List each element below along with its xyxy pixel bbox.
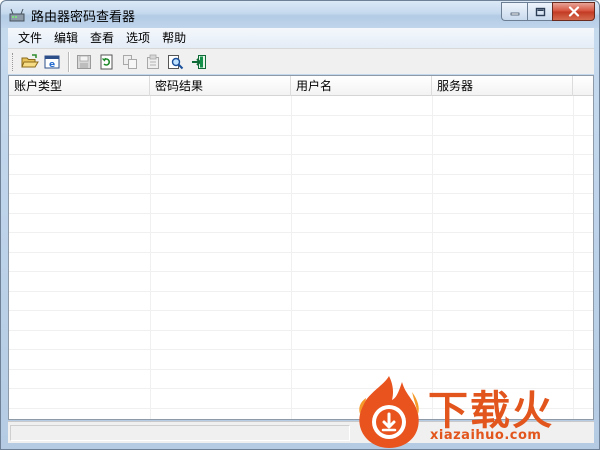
close-button[interactable] xyxy=(552,2,595,21)
menu-view[interactable]: 查看 xyxy=(84,28,120,48)
watermark: 下载火 xiazaihuo.com xyxy=(352,372,600,450)
menu-bar: 文件 编辑 查看 选项 帮助 xyxy=(8,28,594,48)
grid-line xyxy=(9,271,593,272)
exit-button[interactable] xyxy=(189,52,209,72)
grid-line xyxy=(150,96,151,419)
list-header: 账户类型 密码结果 用户名 服务器 xyxy=(9,76,593,96)
menu-file[interactable]: 文件 xyxy=(12,28,48,48)
grid-line xyxy=(9,369,593,370)
column-header-account-type[interactable]: 账户类型 xyxy=(9,76,150,96)
grid-line xyxy=(9,330,593,331)
open-folder-icon xyxy=(21,53,39,67)
menu-edit[interactable]: 编辑 xyxy=(48,28,84,48)
menu-help[interactable]: 帮助 xyxy=(156,28,192,48)
find-button[interactable] xyxy=(166,52,186,72)
maximize-button[interactable] xyxy=(527,2,552,21)
column-header-username[interactable]: 用户名 xyxy=(291,76,432,96)
grid-line xyxy=(291,96,292,419)
toolbar-grip[interactable] xyxy=(12,52,15,71)
watermark-url: xiazaihuo.com xyxy=(430,428,542,443)
minimize-icon xyxy=(510,12,519,15)
grid-line xyxy=(9,232,593,233)
menu-options[interactable]: 选项 xyxy=(120,28,156,48)
flame-logo-icon xyxy=(359,376,419,448)
toolbar-separator xyxy=(68,51,70,72)
svg-text:e: e xyxy=(49,60,55,70)
grid-line xyxy=(9,349,593,350)
grid-line xyxy=(9,154,593,155)
copy-icon xyxy=(123,54,137,69)
grid-line xyxy=(9,193,593,194)
grid-line xyxy=(9,310,593,311)
grid-line xyxy=(573,96,574,419)
save-button[interactable] xyxy=(74,52,94,72)
list-body[interactable] xyxy=(9,96,593,419)
window-title: 路由器密码查看器 xyxy=(31,10,136,25)
grid-line xyxy=(9,174,593,175)
column-header-server[interactable]: 服务器 xyxy=(432,76,573,96)
copy-button[interactable] xyxy=(120,52,140,72)
maximize-icon xyxy=(535,7,545,16)
refresh-button[interactable] xyxy=(97,52,117,72)
browser-button[interactable]: e xyxy=(43,52,63,72)
grid-line xyxy=(9,135,593,136)
grid-line xyxy=(9,213,593,214)
toolbar: e xyxy=(8,48,594,74)
refresh-icon xyxy=(100,54,113,69)
save-icon xyxy=(77,54,91,69)
column-header-password-result[interactable]: 密码结果 xyxy=(150,76,291,96)
find-icon xyxy=(168,54,184,69)
grid-line xyxy=(9,291,593,292)
open-button[interactable] xyxy=(20,52,40,72)
results-list[interactable]: 账户类型 密码结果 用户名 服务器 xyxy=(8,75,594,420)
title-bar[interactable]: 路由器密码查看器 xyxy=(1,1,599,28)
properties-button[interactable] xyxy=(143,52,163,72)
grid-line xyxy=(9,115,593,116)
grid-line xyxy=(9,252,593,253)
minimize-button[interactable] xyxy=(501,2,527,21)
grid-line xyxy=(432,96,433,419)
browser-icon: e xyxy=(44,55,60,70)
status-panel xyxy=(10,425,350,441)
exit-icon xyxy=(192,54,206,69)
close-icon xyxy=(568,6,579,17)
properties-icon xyxy=(147,54,159,69)
app-icon xyxy=(9,8,25,22)
